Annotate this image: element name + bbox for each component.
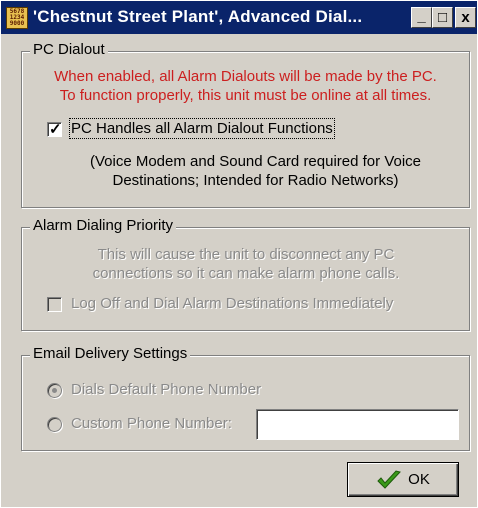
- minimize-button[interactable]: _: [411, 7, 432, 28]
- pc-dialout-legend: PC Dialout: [30, 41, 108, 58]
- custom-number-input[interactable]: [256, 409, 459, 440]
- log-off-dial-label[interactable]: Log Off and Dial Alarm Destinations Imme…: [71, 295, 393, 312]
- alarm-priority-legend: Alarm Dialing Priority: [30, 217, 177, 234]
- pc-handles-dialout-label[interactable]: PC Handles all Alarm Dialout Functions: [69, 118, 335, 139]
- title-bar[interactable]: 5678 1234 9000 'Chestnut Street Plant', Ad…: [1, 1, 477, 34]
- checkmark-icon: [377, 469, 402, 489]
- maximize-button[interactable]: □: [432, 7, 453, 28]
- radio-selected-dot: [52, 388, 57, 393]
- pc-dialout-note-line1: (Voice Modem and Sound Card required for…: [89, 153, 422, 170]
- custom-number-radio[interactable]: [47, 417, 62, 432]
- close-button[interactable]: x: [455, 7, 476, 28]
- custom-number-label[interactable]: Custom Phone Number:: [71, 415, 232, 432]
- ok-button[interactable]: OK: [347, 462, 459, 497]
- alarm-priority-desc-line1: This will cause the unit to disconnect a…: [97, 246, 395, 263]
- ok-label: OK: [408, 471, 430, 488]
- alarm-priority-desc-line2: connections so it can make alarm phone c…: [92, 265, 400, 282]
- close-icon: x: [461, 9, 470, 26]
- pc-dialout-note-line2: Destinations; Intended for Radio Network…: [112, 172, 399, 189]
- checkmark-icon: ✓: [49, 121, 62, 138]
- pc-dialout-warning-line2: To function properly, this unit must be …: [59, 87, 432, 104]
- log-off-dial-checkbox[interactable]: [47, 297, 62, 312]
- default-number-label[interactable]: Dials Default Phone Number: [71, 381, 261, 398]
- advanced-dial-window: 5678 1234 9000 'Chestnut Street Plant', Ad…: [0, 0, 478, 508]
- minimize-icon: _: [417, 8, 426, 25]
- email-delivery-legend: Email Delivery Settings: [30, 345, 191, 362]
- window-title: 'Chestnut Street Plant', Advanced Dial..…: [33, 7, 363, 26]
- pc-handles-dialout-checkbox[interactable]: ✓: [47, 121, 62, 138]
- default-number-radio[interactable]: [47, 383, 62, 398]
- pc-dialout-warning-line1: When enabled, all Alarm Dialouts will be…: [54, 68, 437, 85]
- maximize-icon: □: [437, 9, 448, 26]
- app-icon: 5678 1234 9000: [6, 7, 28, 29]
